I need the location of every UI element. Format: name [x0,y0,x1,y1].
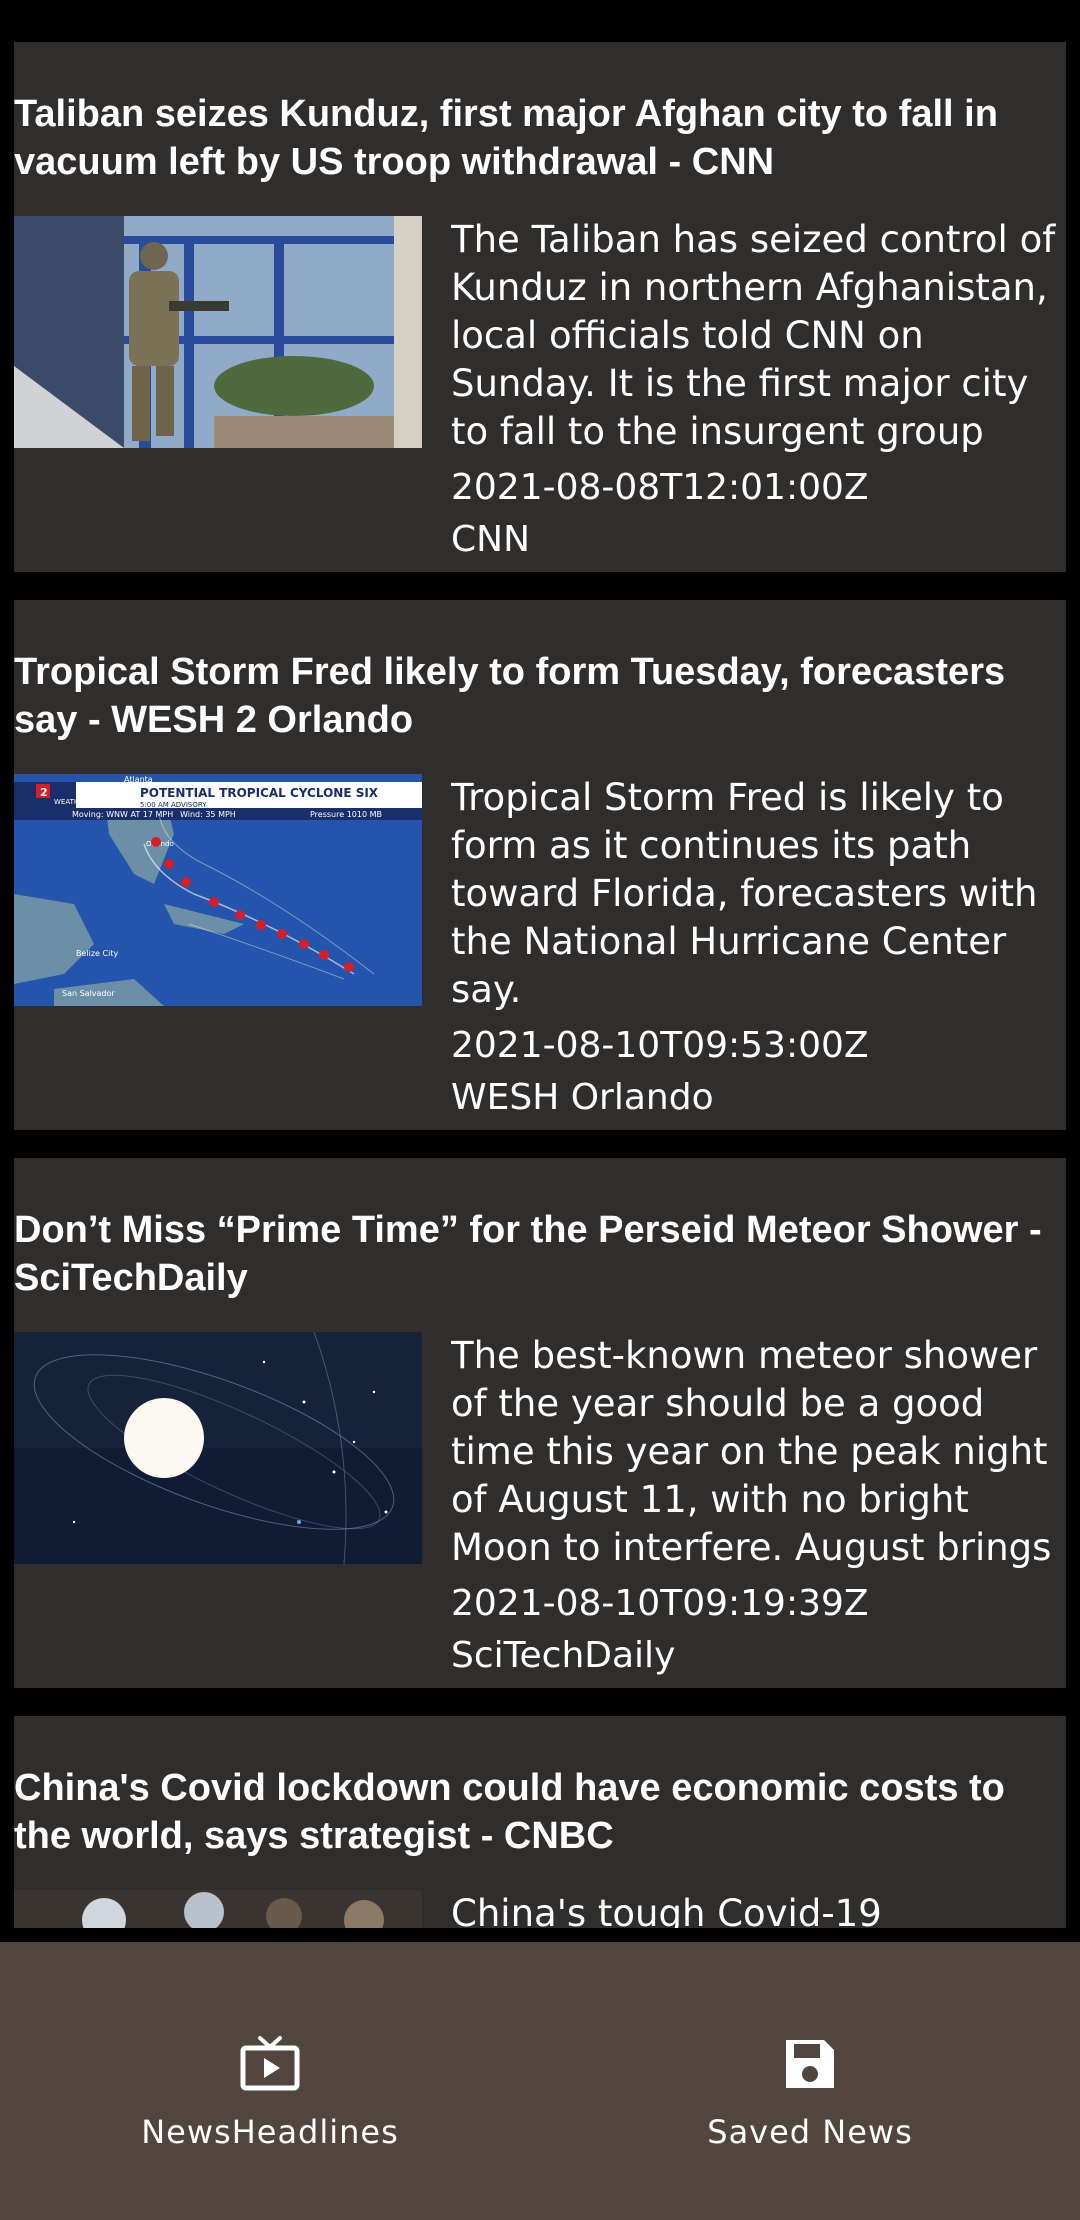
nav-label: Saved News [707,2113,913,2151]
news-list[interactable]: Taliban seizes Kunduz, first major Afgha… [0,0,1080,1928]
nav-saved-news[interactable]: Saved News [540,1942,1080,2220]
article-source: WESH Orlando [451,1077,714,1118]
article-thumbnail [14,1332,422,1564]
article-title: China's Covid lockdown could have econom… [14,1767,1005,1857]
map-city: San Salvador [62,989,115,998]
night-sky-moon-icon [14,1332,422,1564]
article-card[interactable]: Tropical Storm Fred likely to form Tuesd… [14,600,1066,1130]
article-description: The Taliban has seized control of Kunduz… [451,218,1056,453]
article-source: CNN [451,519,530,560]
map-city: Belize City [76,949,118,958]
article-thumbnail [14,216,422,448]
nav-news-headlines[interactable]: NewsHeadlines [0,1942,540,2220]
article-description: The best-known meteor shower of the year… [451,1334,1052,1569]
advisory-moving: Moving: WNW AT 17 MPH [72,810,173,819]
crowd-photo-icon [14,1890,422,1928]
weather-map-icon: 2 WEATHER POTENTIAL TROPICAL CYCLONE SIX… [14,774,422,1006]
article-card[interactable]: Taliban seizes Kunduz, first major Afgha… [14,42,1066,572]
nav-label: NewsHeadlines [141,2113,399,2151]
article-title: Taliban seizes Kunduz, first major Afgha… [14,93,998,183]
badge-text: 2 [40,786,48,799]
article-description: Tropical Storm Fred is likely to form as… [451,776,1038,1011]
advisory-wind: Wind: 35 MPH [180,810,236,819]
article-source: SciTechDaily [451,1635,676,1676]
article-thumbnail: 2 WEATHER POTENTIAL TROPICAL CYCLONE SIX… [14,774,422,1006]
article-title: Don’t Miss “Prime Time” for the Perseid … [14,1209,1042,1299]
article-card[interactable]: Don’t Miss “Prime Time” for the Perseid … [14,1158,1066,1688]
bottom-navigation: NewsHeadlines Saved News [0,1942,1080,2220]
article-title: Tropical Storm Fred likely to form Tuesd… [14,651,1006,741]
article-thumbnail [14,1890,422,1928]
article-date: 2021-08-10T09:19:39Z [451,1583,869,1624]
article-description: China's tough Covid-19 measures [451,1892,882,1928]
article-date: 2021-08-08T12:01:00Z [451,467,869,508]
advisory-pressure: Pressure 1010 MB [310,810,382,819]
map-city: Atlanta [124,775,153,784]
save-icon [780,2034,840,2094]
soldier-photo-icon [14,216,422,448]
tv-play-icon [240,2034,300,2094]
advisory-headline: POTENTIAL TROPICAL CYCLONE SIX [140,786,379,800]
advisory-time: 5:00 AM ADVISORY [140,801,207,809]
weather-text: WEATHER [54,798,89,806]
article-card[interactable]: China's Covid lockdown could have econom… [14,1716,1066,1928]
article-date: 2021-08-10T09:53:00Z [451,1025,869,1066]
